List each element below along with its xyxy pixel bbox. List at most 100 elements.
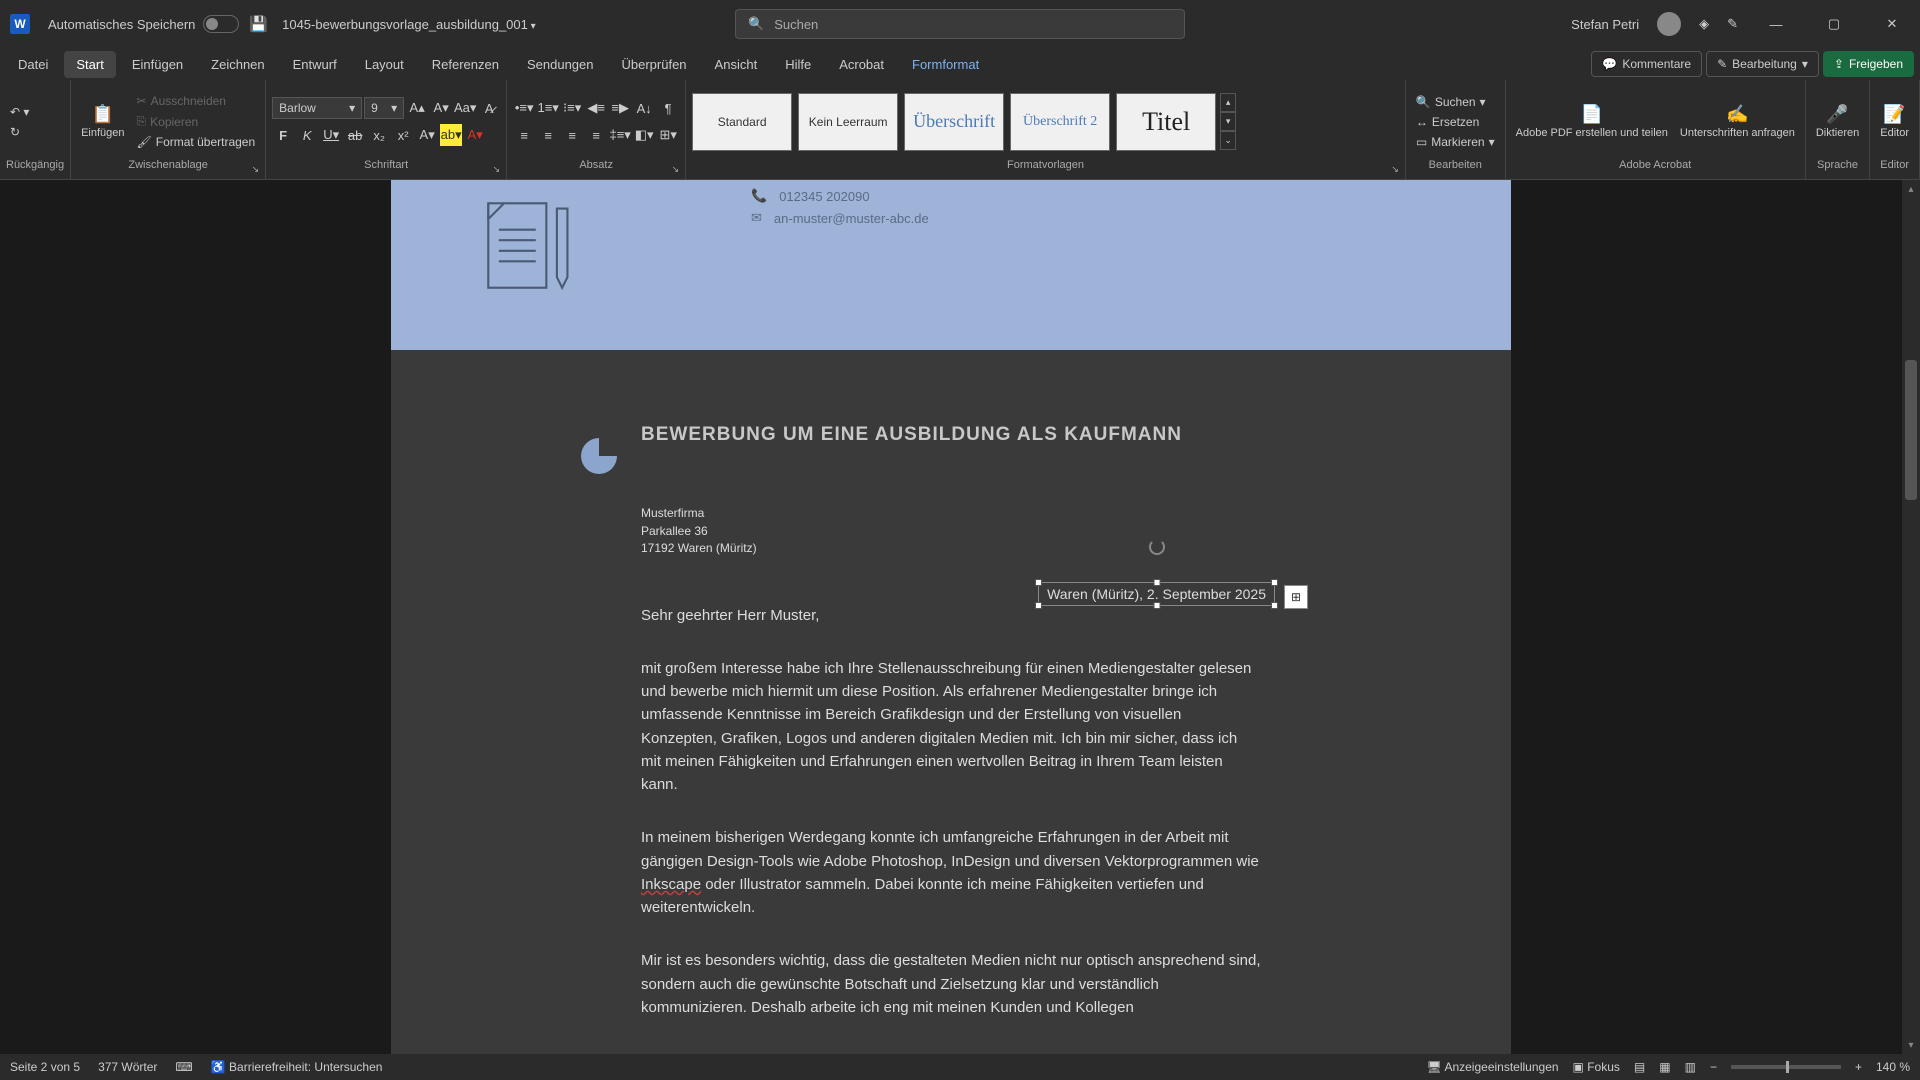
document-page[interactable]: 📞012345 202090 ✉an-muster@muster-abc.de … bbox=[391, 180, 1511, 1054]
copy-button[interactable]: ⎘ Kopieren bbox=[133, 112, 260, 131]
page-indicator[interactable]: Seite 2 von 5 bbox=[10, 1060, 80, 1074]
tab-sendungen[interactable]: Sendungen bbox=[515, 51, 606, 78]
styles-scroll[interactable]: ▴▾⌄ bbox=[1220, 93, 1236, 150]
tab-zeichnen[interactable]: Zeichnen bbox=[199, 51, 276, 78]
align-left-button[interactable]: ≡ bbox=[513, 124, 535, 146]
adobe-sign-button[interactable]: ✍Unterschriften anfragen bbox=[1676, 102, 1799, 141]
font-name-combo[interactable]: Barlow▾ bbox=[272, 97, 362, 119]
greeting-line[interactable]: Sehr geehrter Herr Muster, bbox=[641, 604, 1261, 627]
user-avatar[interactable] bbox=[1657, 12, 1681, 36]
focus-button[interactable]: ▣ Fokus bbox=[1573, 1060, 1620, 1074]
recipient-address[interactable]: Musterfirma Parkallee 36 17192 Waren (Mü… bbox=[641, 505, 1261, 557]
font-color-button[interactable]: A▾ bbox=[464, 124, 486, 146]
web-layout-icon[interactable]: ▥ bbox=[1685, 1060, 1696, 1074]
numbering-button[interactable]: 1≡▾ bbox=[537, 97, 559, 119]
align-center-button[interactable]: ≡ bbox=[537, 124, 559, 146]
tab-datei[interactable]: Datei bbox=[6, 51, 60, 78]
replace-button[interactable]: ↔ Ersetzen bbox=[1412, 113, 1499, 131]
increase-indent-button[interactable]: ≡▶ bbox=[609, 97, 631, 119]
word-count[interactable]: 377 Wörter bbox=[98, 1060, 157, 1074]
print-layout-icon[interactable]: ▦ bbox=[1659, 1060, 1670, 1074]
clear-format-button[interactable]: A̷ bbox=[478, 97, 500, 119]
close-button[interactable]: ✕ bbox=[1872, 4, 1912, 44]
redo-button[interactable]: ↻ bbox=[6, 123, 33, 141]
date-text[interactable]: Waren (Müritz), 2. September 2025 bbox=[1047, 586, 1266, 602]
resize-handle[interactable] bbox=[1035, 602, 1042, 609]
strike-button[interactable]: ab bbox=[344, 124, 366, 146]
text-effects-button[interactable]: A▾ bbox=[416, 124, 438, 146]
tab-formformat[interactable]: Formformat bbox=[900, 51, 991, 78]
accessibility-status[interactable]: ♿ Barrierefreiheit: Untersuchen bbox=[211, 1060, 383, 1074]
italic-button[interactable]: K bbox=[296, 124, 318, 146]
scroll-up-icon[interactable]: ▴ bbox=[1902, 180, 1920, 198]
bullets-button[interactable]: •≡▾ bbox=[513, 97, 535, 119]
styles-launcher-icon[interactable]: ↘ bbox=[1391, 164, 1399, 175]
date-text-box[interactable]: Waren (Müritz), 2. September 2025 ⊞ bbox=[1038, 582, 1275, 606]
paste-button[interactable]: 📋Einfügen bbox=[77, 102, 128, 141]
para-launcher-icon[interactable]: ↘ bbox=[672, 164, 680, 175]
body-paragraph-2[interactable]: In meinem bisherigen Werdegang konnte ic… bbox=[641, 826, 1261, 919]
select-button[interactable]: ▭ Markieren ▾ bbox=[1412, 133, 1499, 151]
justify-button[interactable]: ≡ bbox=[585, 124, 607, 146]
document-name[interactable]: 1045-bewerbungsvorlage_ausbildung_001 bbox=[282, 17, 536, 32]
highlight-button[interactable]: ab▾ bbox=[440, 124, 462, 146]
autosave-toggle[interactable] bbox=[203, 15, 239, 33]
search-box[interactable]: 🔍 Suchen bbox=[735, 9, 1185, 39]
spelling-error[interactable]: Inkscape bbox=[641, 876, 701, 893]
sort-button[interactable]: A↓ bbox=[633, 97, 655, 119]
zoom-value[interactable]: 140 % bbox=[1876, 1060, 1910, 1074]
zoom-out-button[interactable]: − bbox=[1710, 1060, 1717, 1074]
style-title[interactable]: Titel bbox=[1116, 93, 1216, 151]
undo-button[interactable]: ↶ ▾ bbox=[6, 103, 33, 121]
change-case-button[interactable]: Aa▾ bbox=[454, 97, 476, 119]
tab-referenzen[interactable]: Referenzen bbox=[420, 51, 511, 78]
pen-icon[interactable]: ✎ bbox=[1727, 16, 1738, 32]
tab-einfuegen[interactable]: Einfügen bbox=[120, 51, 195, 78]
subscript-button[interactable]: x₂ bbox=[368, 124, 390, 146]
comments-button[interactable]: 💬 Kommentare bbox=[1591, 51, 1702, 77]
style-heading1[interactable]: Überschrift bbox=[904, 93, 1004, 151]
tab-layout[interactable]: Layout bbox=[353, 51, 416, 78]
share-button[interactable]: ⇪ Freigeben bbox=[1823, 51, 1914, 77]
diamond-icon[interactable]: ◈ bbox=[1699, 16, 1709, 32]
read-mode-icon[interactable]: ▤ bbox=[1634, 1060, 1645, 1074]
scroll-down-icon[interactable]: ▾ bbox=[1902, 1036, 1920, 1054]
tab-acrobat[interactable]: Acrobat bbox=[827, 51, 896, 78]
rotate-handle[interactable] bbox=[1149, 539, 1165, 555]
zoom-in-button[interactable]: + bbox=[1855, 1060, 1862, 1074]
tab-ueberpruefen[interactable]: Überprüfen bbox=[610, 51, 699, 78]
main-heading[interactable]: BEWERBUNG UM EINE AUSBILDUNG ALS KAUFMAN… bbox=[641, 420, 1261, 449]
superscript-button[interactable]: x² bbox=[392, 124, 414, 146]
borders-button[interactable]: ⊞▾ bbox=[657, 124, 679, 146]
maximize-button[interactable]: ▢ bbox=[1814, 4, 1854, 44]
tab-start[interactable]: Start bbox=[64, 51, 115, 78]
increase-font-button[interactable]: A▴ bbox=[406, 97, 428, 119]
show-marks-button[interactable]: ¶ bbox=[657, 97, 679, 119]
user-name[interactable]: Stefan Petri bbox=[1571, 17, 1639, 32]
underline-button[interactable]: U▾ bbox=[320, 124, 342, 146]
document-area[interactable]: 📞012345 202090 ✉an-muster@muster-abc.de … bbox=[0, 180, 1902, 1054]
find-button[interactable]: 🔍 Suchen ▾ bbox=[1412, 93, 1499, 111]
vertical-scrollbar[interactable]: ▴ ▾ bbox=[1902, 180, 1920, 1054]
tab-ansicht[interactable]: Ansicht bbox=[703, 51, 770, 78]
display-settings-button[interactable]: 🖥 Anzeigeeinstellungen bbox=[1427, 1060, 1559, 1074]
align-right-button[interactable]: ≡ bbox=[561, 124, 583, 146]
decrease-font-button[interactable]: A▾ bbox=[430, 97, 452, 119]
resize-handle[interactable] bbox=[1153, 602, 1160, 609]
save-icon[interactable]: 💾 bbox=[249, 15, 268, 33]
language-icon[interactable]: ⌨ bbox=[175, 1060, 192, 1074]
font-size-combo[interactable]: 9▾ bbox=[364, 97, 404, 119]
line-spacing-button[interactable]: ‡≡▾ bbox=[609, 124, 631, 146]
decrease-indent-button[interactable]: ◀≡ bbox=[585, 97, 607, 119]
zoom-slider[interactable] bbox=[1731, 1065, 1841, 1069]
tab-entwurf[interactable]: Entwurf bbox=[281, 51, 349, 78]
format-painter-button[interactable]: 🖌 Format übertragen bbox=[133, 133, 260, 151]
style-standard[interactable]: Standard bbox=[692, 93, 792, 151]
clipboard-launcher-icon[interactable]: ↘ bbox=[252, 164, 260, 175]
tab-hilfe[interactable]: Hilfe bbox=[773, 51, 823, 78]
resize-handle[interactable] bbox=[1153, 579, 1160, 586]
bold-button[interactable]: F bbox=[272, 124, 294, 146]
style-no-spacing[interactable]: Kein Leerraum bbox=[798, 93, 898, 151]
resize-handle[interactable] bbox=[1035, 579, 1042, 586]
body-paragraph-3[interactable]: Mir ist es besonders wichtig, dass die g… bbox=[641, 949, 1261, 1019]
